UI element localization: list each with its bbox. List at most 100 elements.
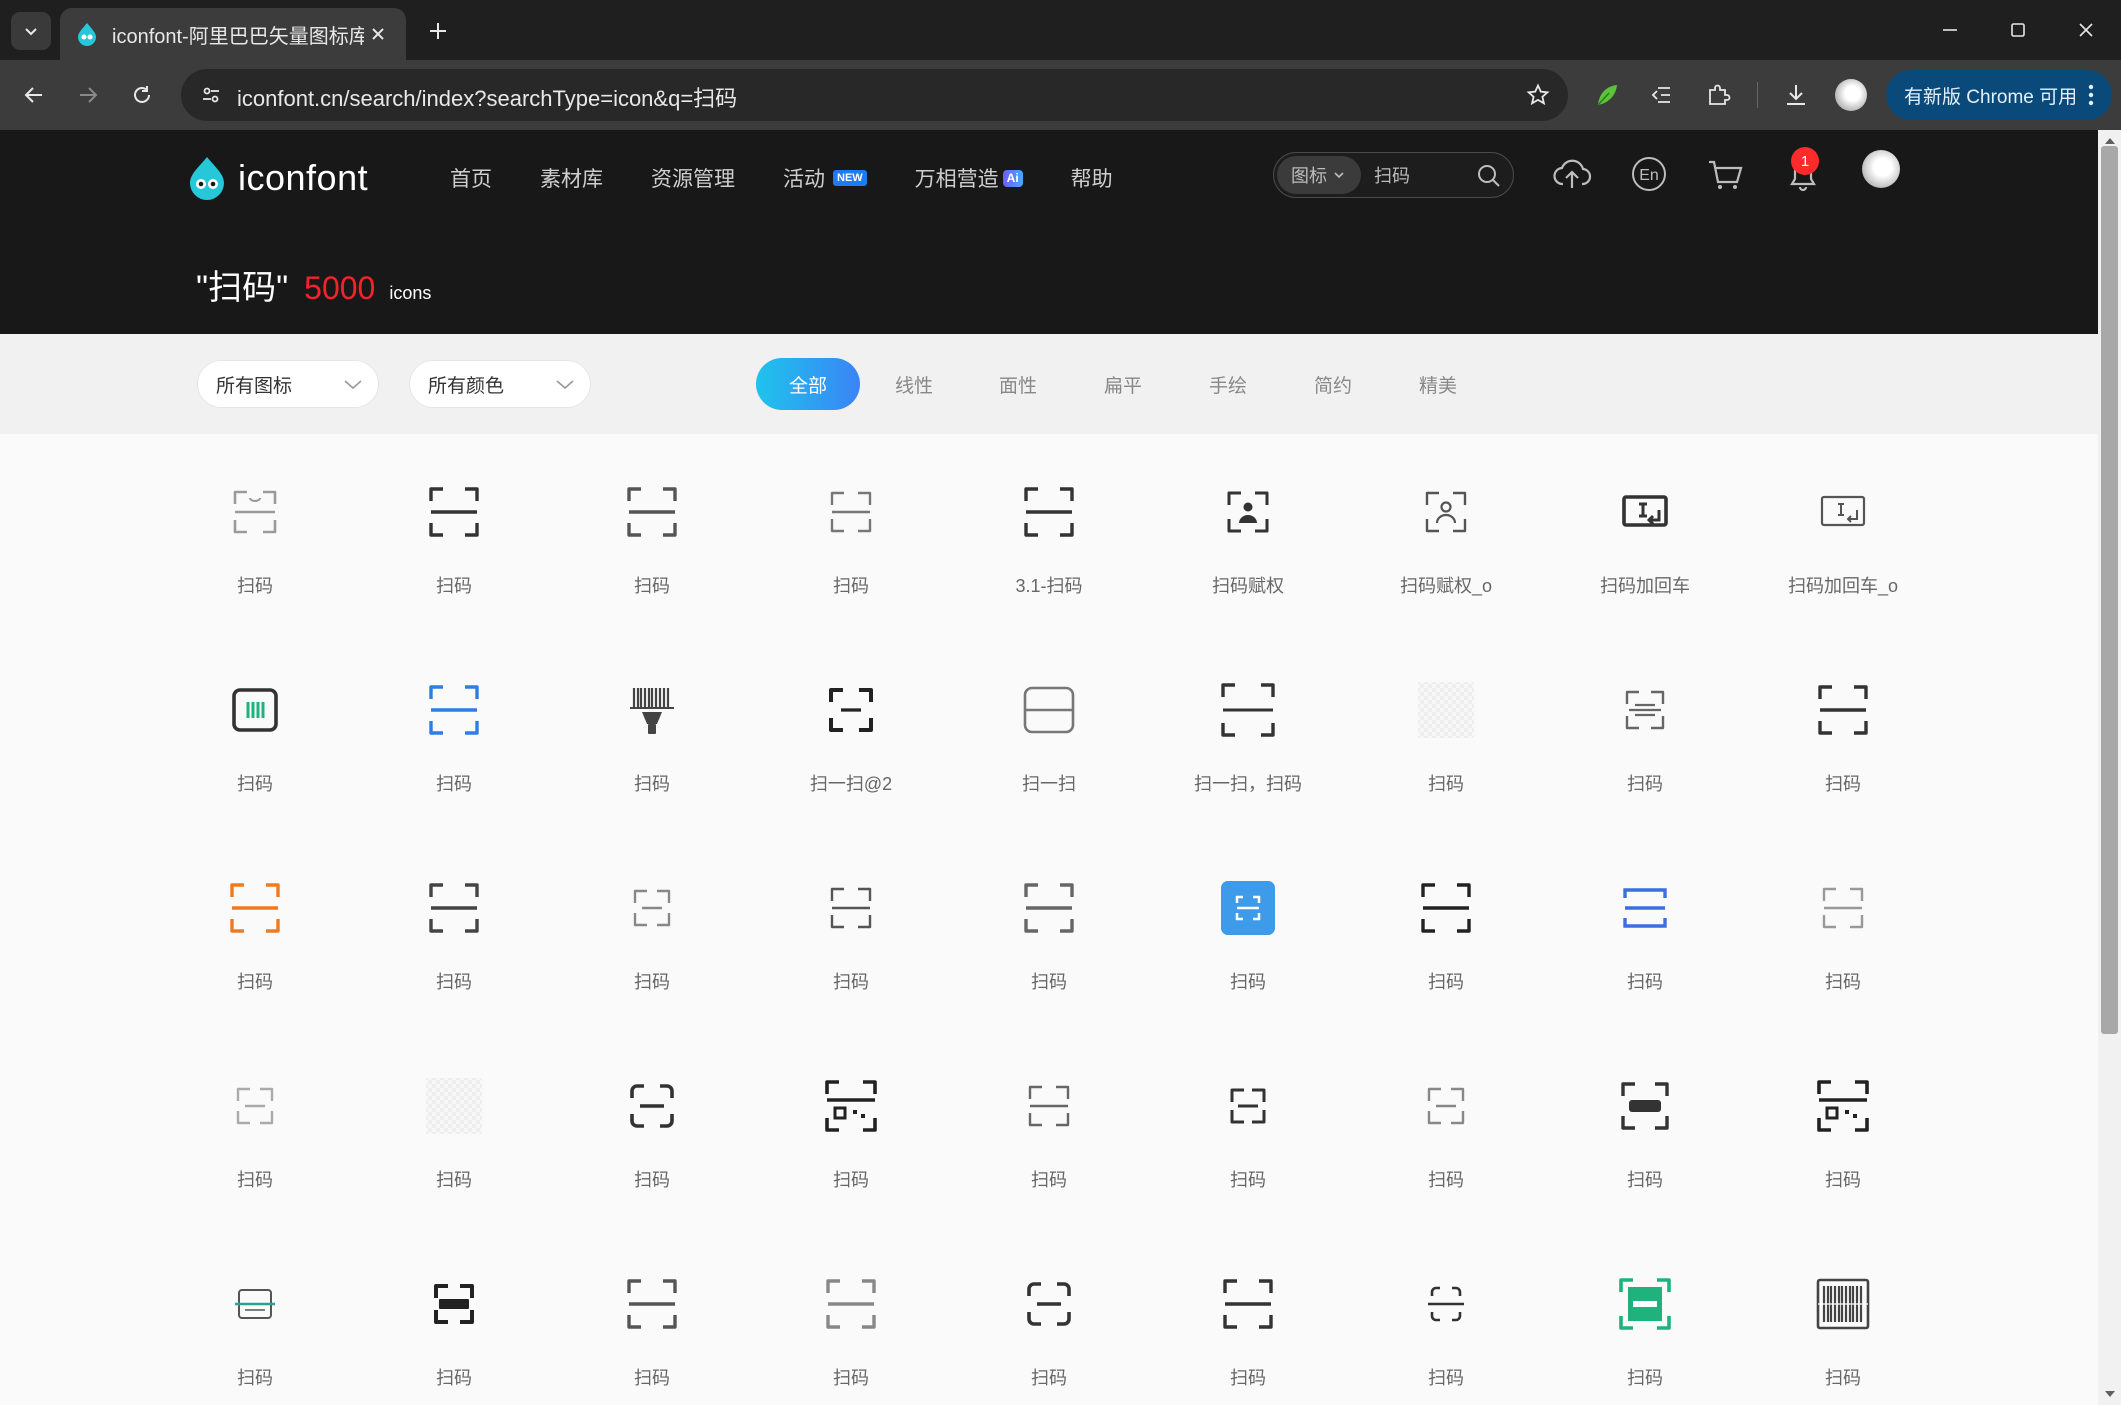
language-switch-icon[interactable]: En: [1627, 152, 1671, 196]
page-scrollbar[interactable]: [2098, 130, 2121, 1405]
forward-button[interactable]: [68, 75, 108, 115]
minimize-button[interactable]: [1925, 10, 1975, 50]
icon-card[interactable]: 扫码: [1178, 830, 1318, 992]
extension-leaf-icon[interactable]: [1589, 77, 1625, 113]
icon-card[interactable]: 扫码: [1575, 1028, 1715, 1190]
icon-card[interactable]: 3.1-扫码: [979, 434, 1119, 596]
icon-card[interactable]: 扫码: [1575, 830, 1715, 992]
icon-card[interactable]: 扫码: [1575, 1226, 1715, 1388]
tab-all[interactable]: 全部: [756, 358, 860, 410]
tab-line[interactable]: 线性: [862, 358, 966, 410]
icon-card[interactable]: 扫码: [384, 632, 524, 794]
back-button[interactable]: [14, 75, 54, 115]
icon-card[interactable]: 扫码: [185, 1226, 325, 1388]
icon-label: 扫一扫，扫码: [1194, 774, 1302, 794]
icon-card[interactable]: 扫码: [781, 434, 921, 596]
icon-card[interactable]: 扫码: [582, 830, 722, 992]
icon-card[interactable]: 扫码赋权_o: [1376, 434, 1516, 596]
icon-card[interactable]: 扫码: [979, 1028, 1119, 1190]
nav-item-help[interactable]: 帮助: [1071, 163, 1113, 193]
download-icon[interactable]: [1778, 77, 1814, 113]
icon-card[interactable]: 扫码: [185, 1028, 325, 1190]
scan-bracket-icon: [424, 680, 484, 740]
icon-card[interactable]: 扫码: [1773, 1226, 1913, 1388]
scrollbar-thumb[interactable]: [2101, 146, 2118, 1034]
icon-card[interactable]: 扫码: [1575, 632, 1715, 794]
user-avatar[interactable]: [1862, 150, 1900, 188]
icon-label: 扫码赋权: [1212, 576, 1284, 596]
bookmark-star-icon[interactable]: [1522, 79, 1554, 111]
extensions-puzzle-icon[interactable]: [1700, 77, 1736, 113]
tab-search-button[interactable]: [11, 12, 51, 50]
icon-card[interactable]: 扫码: [979, 1226, 1119, 1388]
tab-exquisite[interactable]: 精美: [1386, 358, 1490, 410]
icon-card[interactable]: 扫码: [1773, 1028, 1913, 1190]
nav-item-library[interactable]: 素材库: [540, 163, 603, 193]
nav-item-activity[interactable]: 活动 NEW: [783, 163, 867, 193]
tab-handdrawn[interactable]: 手绘: [1176, 358, 1280, 410]
icon-card[interactable]: 扫码: [582, 1226, 722, 1388]
icon-card[interactable]: 扫码: [781, 830, 921, 992]
nav-item-resources[interactable]: 资源管理: [651, 163, 735, 193]
icon-card[interactable]: 扫码: [582, 434, 722, 596]
icon-card[interactable]: 扫码: [1178, 1028, 1318, 1190]
maximize-button[interactable]: [1993, 10, 2043, 50]
icon-card[interactable]: 扫码: [1773, 632, 1913, 794]
icon-card[interactable]: 扫码: [582, 632, 722, 794]
icon-card[interactable]: 扫码: [185, 830, 325, 992]
icon-card[interactable]: 扫码: [1178, 1226, 1318, 1388]
icon-card[interactable]: 扫码赋权: [1178, 434, 1318, 596]
icon-card[interactable]: 扫一扫@2: [781, 632, 921, 794]
tab-simple[interactable]: 简约: [1281, 358, 1385, 410]
tab-fill[interactable]: 面性: [966, 358, 1070, 410]
icon-card[interactable]: 扫码: [384, 1028, 524, 1190]
icon-label: 扫码: [1825, 1170, 1861, 1190]
search-type-select[interactable]: 图标: [1277, 156, 1361, 194]
cart-icon[interactable]: [1703, 152, 1747, 196]
icon-card[interactable]: 扫码: [185, 434, 325, 596]
new-tab-button[interactable]: [422, 15, 454, 47]
icon-card[interactable]: 扫一扫: [979, 632, 1119, 794]
icon-card[interactable]: 扫码: [582, 1028, 722, 1190]
icon-card[interactable]: 扫码: [1773, 830, 1913, 992]
reading-mode-icon[interactable]: [1644, 77, 1680, 113]
search-icon[interactable]: [1475, 162, 1503, 190]
icon-card[interactable]: 扫码: [1376, 1028, 1516, 1190]
icon-card[interactable]: 扫码加回车: [1575, 434, 1715, 596]
nav-item-home[interactable]: 首页: [450, 163, 492, 193]
iconfont-favicon-icon: [74, 21, 100, 47]
scroll-down-arrow-icon[interactable]: [2098, 1383, 2121, 1405]
close-window-button[interactable]: [2061, 10, 2111, 50]
icon-card[interactable]: 扫码: [1376, 632, 1516, 794]
icon-card[interactable]: 扫码: [384, 434, 524, 596]
tab-flat[interactable]: 扁平: [1071, 358, 1175, 410]
active-browser-tab[interactable]: iconfont-阿里巴巴矢量图标库: [60, 8, 406, 60]
icon-card[interactable]: 扫码: [1376, 1226, 1516, 1388]
icon-card[interactable]: 扫码: [185, 632, 325, 794]
icon-type-dropdown[interactable]: 所有图标: [197, 360, 379, 408]
address-bar[interactable]: iconfont.cn/search/index?searchType=icon…: [181, 69, 1568, 121]
icon-card[interactable]: 扫码: [979, 830, 1119, 992]
iconfont-logo[interactable]: iconfont: [184, 150, 368, 206]
icon-card[interactable]: 扫码: [781, 1028, 921, 1190]
close-icon[interactable]: [364, 20, 392, 48]
icon-card[interactable]: 扫码: [384, 830, 524, 992]
icon-card[interactable]: 扫码: [1376, 830, 1516, 992]
reload-button[interactable]: [122, 75, 162, 115]
search-input[interactable]: [1372, 161, 1472, 189]
icon-card[interactable]: 扫码: [384, 1226, 524, 1388]
icon-label: 扫码: [1031, 1170, 1067, 1190]
icon-label: 扫码: [1031, 972, 1067, 992]
scan-person-icon: [1218, 482, 1278, 542]
scan-bracket-icon: [1416, 878, 1476, 938]
icon-card[interactable]: 扫码: [781, 1226, 921, 1388]
scan-bracket-thin-icon: [821, 878, 881, 938]
profile-avatar[interactable]: [1835, 79, 1867, 111]
nav-item-wanxiang[interactable]: 万相营造 Ai: [915, 163, 1023, 193]
icon-card[interactable]: 扫码加回车_o: [1773, 434, 1913, 596]
icon-color-dropdown[interactable]: 所有颜色: [409, 360, 591, 408]
site-settings-icon[interactable]: [195, 79, 227, 111]
upload-cloud-icon[interactable]: [1550, 152, 1594, 196]
chrome-update-button[interactable]: 有新版 Chrome 可用: [1886, 70, 2112, 120]
icon-card[interactable]: 扫一扫，扫码: [1178, 632, 1318, 794]
